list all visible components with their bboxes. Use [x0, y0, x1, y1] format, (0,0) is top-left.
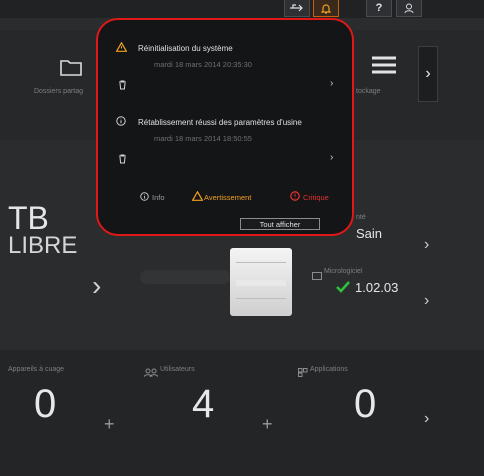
- usb-icon[interactable]: [284, 0, 310, 17]
- legend-critical[interactable]: Critique: [303, 193, 329, 202]
- warning-legend-icon: [191, 190, 204, 204]
- apps-next-chevron[interactable]: ›: [424, 410, 429, 428]
- storage-label: tockage: [356, 88, 381, 95]
- health-next-chevron[interactable]: ›: [424, 236, 429, 254]
- cloud-devices-count: 0: [34, 382, 57, 426]
- free-label: LIBRE: [8, 232, 78, 259]
- checkmark-icon: [336, 280, 350, 298]
- firmware-icon: [312, 267, 322, 285]
- alert-open-chevron[interactable]: ›: [330, 78, 333, 89]
- firmware-version: 1.02.03: [355, 280, 399, 295]
- users-icon: [143, 364, 159, 382]
- health-label: nté: [356, 214, 366, 221]
- user-icon[interactable]: [396, 0, 422, 17]
- users-count: 4: [192, 382, 215, 426]
- apps-icon: [298, 364, 308, 382]
- users-label: Utilisateurs: [160, 366, 195, 373]
- apps-count: 0: [354, 382, 377, 426]
- top-toolbar: ?: [0, 0, 484, 18]
- dashboard-row-bottom: [0, 350, 484, 476]
- info-legend-icon: [140, 192, 149, 204]
- storage-next-button[interactable]: ›: [418, 46, 438, 102]
- cloud-devices-label: Appareils à cuage: [8, 366, 65, 373]
- alert-date: mardi 18 mars 2014 18:50:55: [154, 134, 252, 143]
- alerts-popup: Réinitialisation du système mardi 18 mar…: [96, 18, 354, 236]
- apps-label: Applications: [310, 366, 348, 373]
- folder-icon[interactable]: [60, 58, 82, 81]
- alert-date: mardi 18 mars 2014 20:35:30: [154, 60, 252, 69]
- capacity-next-chevron[interactable]: ›: [92, 270, 101, 302]
- health-value: Sain: [356, 226, 383, 241]
- menu-lines-icon: [372, 56, 396, 81]
- show-all-button[interactable]: Tout afficher: [240, 218, 320, 230]
- alert-bell-icon[interactable]: [313, 0, 339, 17]
- trash-icon[interactable]: [118, 80, 127, 93]
- critical-legend-icon: [290, 191, 300, 204]
- firmware-label: Micrologiciel: [324, 268, 363, 275]
- add-user-button[interactable]: +: [262, 414, 273, 435]
- alert-title[interactable]: Réinitialisation du système: [138, 44, 233, 53]
- alert-open-chevron[interactable]: ›: [330, 152, 333, 163]
- trash-icon[interactable]: [118, 154, 127, 167]
- legend-warning[interactable]: Avertissement: [204, 193, 251, 202]
- help-icon[interactable]: ?: [366, 0, 392, 17]
- shares-label: Dossiers partag: [34, 88, 84, 95]
- legend-info[interactable]: Info: [152, 193, 165, 202]
- alert-title[interactable]: Rétablissement réussi des paramètres d'u…: [138, 118, 302, 127]
- nas-device-image: [230, 248, 292, 316]
- capacity-bar: [140, 270, 230, 284]
- info-icon: [116, 116, 126, 129]
- firmware-next-chevron[interactable]: ›: [424, 292, 429, 310]
- warning-icon: [115, 41, 128, 55]
- add-cloud-device-button[interactable]: +: [104, 414, 115, 435]
